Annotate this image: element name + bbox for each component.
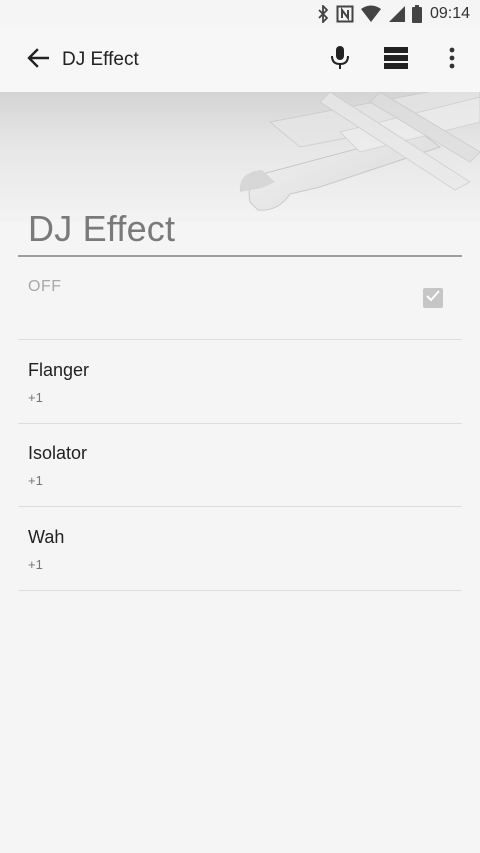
app-bar: DJ Effect bbox=[0, 28, 480, 92]
voice-button[interactable] bbox=[312, 32, 368, 88]
more-vert-icon bbox=[449, 47, 455, 74]
battery-icon bbox=[411, 4, 422, 24]
heading-divider bbox=[18, 255, 462, 257]
signal-icon bbox=[388, 4, 406, 24]
layout-icon bbox=[384, 46, 408, 74]
nfc-icon bbox=[336, 4, 354, 24]
off-setting-row[interactable]: OFF bbox=[18, 258, 462, 340]
back-button[interactable] bbox=[10, 32, 66, 88]
effect-value: +1 bbox=[28, 390, 43, 405]
wifi-icon bbox=[360, 4, 382, 24]
off-label: OFF bbox=[28, 278, 62, 295]
app-title: DJ Effect bbox=[62, 49, 139, 70]
off-checkbox[interactable] bbox=[423, 288, 443, 308]
effect-name: Isolator bbox=[28, 443, 88, 463]
effect-value: +1 bbox=[28, 473, 43, 488]
more-options-button[interactable] bbox=[424, 32, 480, 88]
bluetooth-icon bbox=[316, 4, 330, 24]
effect-name: Flanger bbox=[28, 360, 90, 380]
list-item-wah[interactable]: Wah +1 bbox=[18, 507, 462, 591]
list-item-flanger[interactable]: Flanger +1 bbox=[18, 340, 462, 424]
checkmark-icon bbox=[426, 289, 440, 307]
microphone-icon bbox=[330, 45, 350, 76]
back-arrow-icon bbox=[27, 47, 50, 73]
header-banner bbox=[0, 92, 480, 222]
effect-name: Wah bbox=[28, 527, 65, 547]
status-bar: 09:14 bbox=[0, 0, 480, 28]
wrench-illustration bbox=[239, 92, 480, 211]
page-heading: DJ Effect bbox=[28, 208, 176, 249]
layout-button[interactable] bbox=[368, 32, 424, 88]
list-item-isolator[interactable]: Isolator +1 bbox=[18, 423, 462, 507]
effect-value: +1 bbox=[28, 557, 43, 572]
status-time: 09:14 bbox=[429, 5, 470, 22]
